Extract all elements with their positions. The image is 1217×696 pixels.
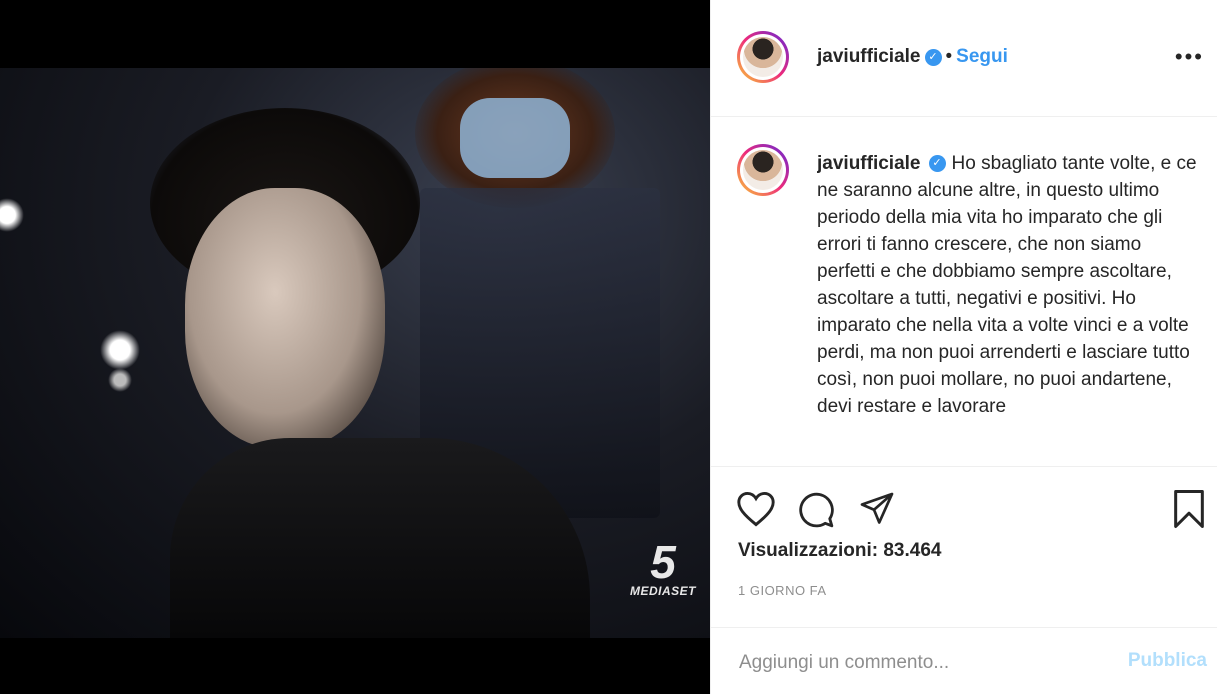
post-header: javiufficiale ✓ • Segui ••• [711,0,1217,117]
avatar-image [743,37,783,77]
header-user-line: javiufficiale ✓ • Segui [817,46,1008,68]
heart-icon[interactable] [736,491,776,527]
comment-input[interactable] [737,648,1071,678]
follow-button[interactable]: Segui [956,46,1008,67]
subject-face [185,188,385,448]
post-actions-section: Visualizzazioni: 83.464 1 GIORNO FA Pubb… [711,466,1217,695]
background-person-mask [460,98,570,178]
post-details-panel: javiufficiale ✓ • Segui ••• javiufficiale ✓ H… [710,0,1217,695]
comment-bar: Pubblica [711,627,1217,696]
video-player[interactable]: 5 MEDIASET [0,68,710,638]
post-caption: javiufficiale ✓ Ho sbagliato tante volte, … [817,150,1202,462]
avatar[interactable] [737,31,789,83]
mediaset-logo: 5 MEDIASET [629,536,696,598]
view-count: Visualizzazioni: 83.464 [738,540,942,561]
separator-dot: • [945,46,953,67]
caption-username-link[interactable]: javiufficiale [817,153,921,174]
share-icon[interactable] [859,491,895,527]
bookmark-icon[interactable] [1172,489,1206,529]
username-link[interactable]: javiufficiale [817,46,921,67]
bokeh-light [0,198,24,232]
post-media[interactable]: 5 MEDIASET [0,0,710,694]
caption-text: Ho sbagliato tante volte, e ce ne sarann… [817,153,1197,417]
avatar-image [743,150,783,190]
verified-icon: ✓ [924,49,942,67]
bokeh-light [100,330,140,370]
bokeh-light [108,368,132,392]
more-options-icon[interactable]: ••• [1175,44,1204,70]
publish-button[interactable]: Pubblica [1128,650,1207,672]
caption-avatar[interactable] [737,144,789,196]
comment-icon[interactable] [797,491,835,529]
post-timestamp[interactable]: 1 GIORNO FA [738,583,827,598]
verified-icon: ✓ [928,155,946,173]
